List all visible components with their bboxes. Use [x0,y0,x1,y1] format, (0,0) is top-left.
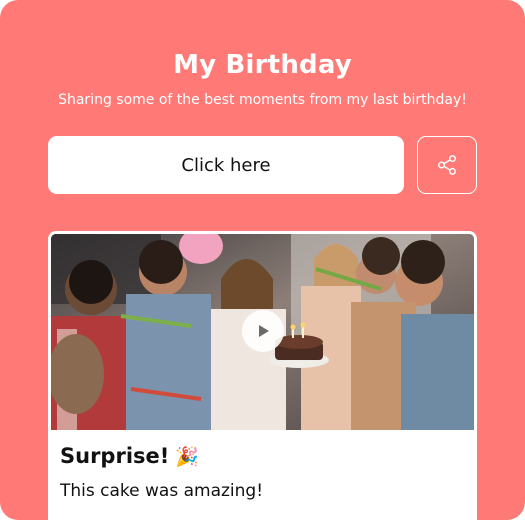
party-popper-icon: 🎉 [175,445,200,468]
page-subtitle: Sharing some of the best moments from my… [58,92,467,108]
page-title: My Birthday [173,50,352,80]
share-button[interactable] [417,136,477,194]
play-icon [259,325,269,337]
birthday-card: My Birthday Sharing some of the best mom… [0,0,525,520]
party-photo[interactable] [51,234,474,430]
post-title-text: Surprise! [60,444,170,468]
click-here-button-label: Click here [181,154,271,176]
click-here-button[interactable]: Click here [48,136,404,194]
post-description: This cake was amazing! [60,481,264,501]
post-card: Surprise! 🎉 This cake was amazing! [48,231,477,520]
play-button[interactable] [242,310,284,352]
post-title: Surprise! 🎉 [60,444,199,468]
share-icon [438,155,456,175]
